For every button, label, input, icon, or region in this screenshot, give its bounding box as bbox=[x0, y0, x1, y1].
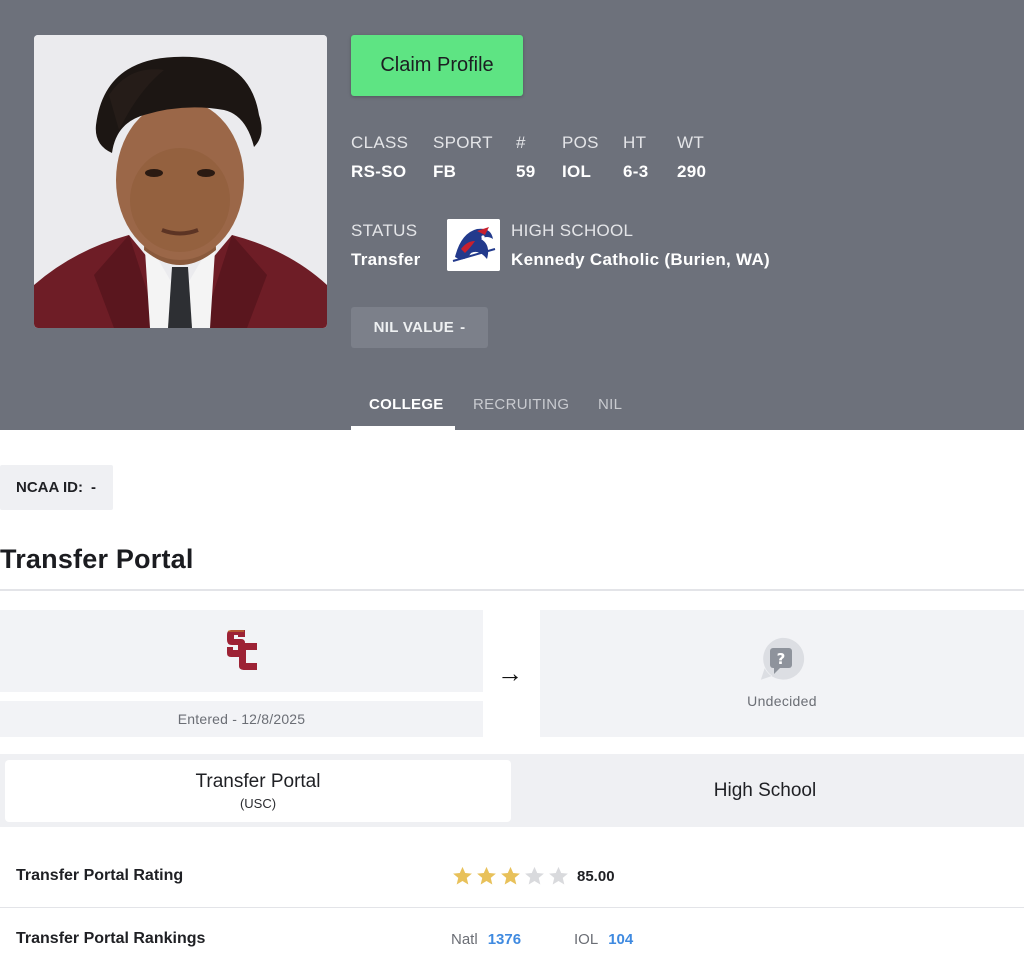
switch-tab-transfer-portal[interactable]: Transfer Portal (USC) bbox=[5, 760, 511, 822]
stat-value: 59 bbox=[516, 162, 536, 181]
stat-position: POS IOL bbox=[562, 133, 599, 182]
tab-college[interactable]: COLLEGE bbox=[369, 396, 444, 413]
rating-value: 85.00 bbox=[577, 868, 615, 885]
rating-label: Transfer Portal Rating bbox=[16, 867, 184, 884]
star-rating bbox=[452, 866, 569, 886]
profile-header: Claim Profile CLASS RS-SO SPORT FB # 59 … bbox=[0, 0, 1024, 430]
player-photo bbox=[34, 35, 327, 328]
section-title: Transfer Portal bbox=[0, 544, 194, 574]
stat-value: 6-3 bbox=[623, 162, 649, 181]
status-value: Transfer bbox=[351, 250, 421, 269]
nil-value-badge: NIL VALUE - bbox=[351, 307, 488, 348]
stat-label: WT bbox=[677, 133, 705, 152]
undecided-label: Undecided bbox=[747, 693, 817, 709]
stat-weight: WT 290 bbox=[677, 133, 706, 182]
tab-nil[interactable]: NIL bbox=[598, 396, 622, 413]
tab-recruiting[interactable]: RECRUITING bbox=[473, 396, 569, 413]
position-ranking[interactable]: IOL 104 bbox=[574, 931, 633, 948]
stat-label: CLASS bbox=[351, 133, 409, 152]
switch-tab-title: Transfer Portal bbox=[195, 771, 321, 792]
star-filled-icon bbox=[477, 866, 496, 885]
stat-value: FB bbox=[433, 162, 457, 181]
nil-value-amount: - bbox=[460, 319, 466, 336]
stat-label: POS bbox=[562, 133, 599, 152]
stat-jersey-number: # 59 bbox=[516, 133, 536, 182]
nil-value-label: NIL VALUE bbox=[373, 319, 455, 336]
star-filled-icon bbox=[453, 866, 472, 885]
divider bbox=[0, 589, 1024, 591]
divider bbox=[0, 907, 1024, 908]
high-school-label: HIGH SCHOOL bbox=[511, 221, 634, 240]
svg-text:?: ? bbox=[777, 650, 786, 668]
usc-logo-icon bbox=[225, 626, 259, 677]
entered-date: Entered - 12/8/2025 bbox=[0, 701, 483, 737]
stat-value: IOL bbox=[562, 162, 592, 181]
rankings-label: Transfer Portal Rankings bbox=[16, 930, 206, 947]
switch-tab-high-school[interactable]: High School bbox=[511, 760, 1019, 822]
arrow-right-icon: → bbox=[497, 658, 523, 688]
claim-profile-button[interactable]: Claim Profile bbox=[351, 35, 523, 96]
star-empty-icon bbox=[525, 866, 544, 885]
stat-class: CLASS RS-SO bbox=[351, 133, 408, 182]
ncaa-id-value: - bbox=[90, 479, 96, 496]
position-ranking-value[interactable]: 104 bbox=[608, 931, 633, 948]
status-label: STATUS bbox=[351, 221, 418, 240]
switch-tab-title: High School bbox=[713, 780, 817, 801]
ncaa-id-badge: NCAA ID: - bbox=[0, 465, 113, 510]
stat-height: HT 6-3 bbox=[623, 133, 648, 182]
ncaa-id-label: NCAA ID: bbox=[16, 479, 83, 496]
switch-tab-subtitle: (USC) bbox=[239, 796, 277, 811]
national-ranking-label: Natl bbox=[451, 931, 478, 948]
active-tab-indicator bbox=[351, 426, 455, 430]
star-empty-icon bbox=[549, 866, 568, 885]
star-filled-icon bbox=[501, 866, 520, 885]
stat-label: # bbox=[516, 133, 526, 152]
stat-high-school: HIGH SCHOOL Kennedy Catholic (Burien, WA… bbox=[511, 221, 770, 270]
stat-value: RS-SO bbox=[351, 162, 407, 181]
stat-status: STATUS Transfer bbox=[351, 221, 421, 270]
high-school-logo[interactable] bbox=[447, 219, 500, 271]
stat-label: HT bbox=[623, 133, 647, 152]
question-mark-icon: ? bbox=[758, 636, 806, 689]
stat-value: 290 bbox=[677, 162, 707, 181]
national-ranking[interactable]: Natl 1376 bbox=[451, 931, 521, 948]
position-ranking-label: IOL bbox=[574, 931, 599, 948]
stat-label: SPORT bbox=[433, 133, 493, 152]
national-ranking-value[interactable]: 1376 bbox=[488, 931, 521, 948]
high-school-value[interactable]: Kennedy Catholic (Burien, WA) bbox=[511, 250, 770, 270]
stat-sport: SPORT FB bbox=[433, 133, 493, 182]
from-school-card[interactable] bbox=[0, 610, 483, 692]
